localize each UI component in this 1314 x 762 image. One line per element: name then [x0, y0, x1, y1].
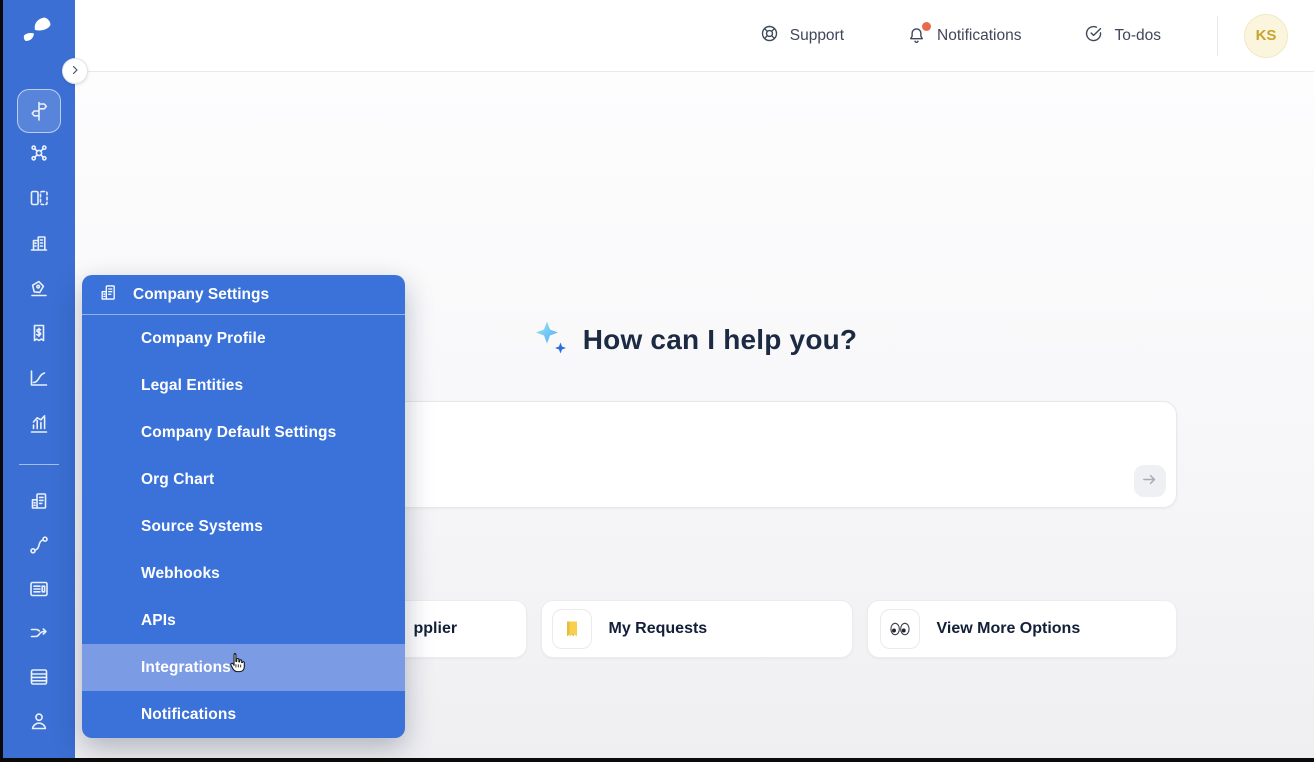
sidebar-item-invoice[interactable]	[3, 313, 75, 358]
app-window: Support Notifications To-dos KS How can …	[3, 0, 1314, 758]
sidebar-item-bar-chart[interactable]	[3, 403, 75, 448]
notifications-label: Notifications	[937, 26, 1022, 44]
sidebar-item-workflow[interactable]	[3, 525, 75, 569]
layout-panels-icon	[27, 186, 51, 215]
invoice-dollar-icon	[27, 321, 51, 350]
sidebar-item-user[interactable]	[3, 701, 75, 745]
menu-item-company-profile[interactable]: Company Profile	[82, 315, 405, 362]
menu-item-label: Integrations	[141, 658, 231, 676]
mouse-cursor-hand	[225, 651, 249, 682]
menu-item-source-systems[interactable]: Source Systems	[82, 503, 405, 550]
sidebar	[3, 0, 88, 758]
menu-item-label: Webhooks	[141, 564, 220, 582]
sidebar-item-signpost[interactable]	[3, 88, 75, 133]
signpost-icon	[17, 88, 61, 133]
table-grid-icon	[27, 665, 51, 694]
eyes-icon	[879, 609, 920, 649]
chevron-right-icon	[69, 64, 81, 79]
menu-item-company-default-settings[interactable]: Company Default Settings	[82, 409, 405, 456]
notification-badge-dot	[922, 22, 932, 31]
notifications-button[interactable]: Notifications	[906, 22, 1022, 46]
menu-item-org-chart[interactable]: Org Chart	[82, 456, 405, 503]
top-header: Support Notifications To-dos KS	[75, 0, 1314, 72]
support-button[interactable]: Support	[759, 23, 844, 49]
menu-item-notifications[interactable]: Notifications	[82, 691, 405, 738]
quick-card-my-requests[interactable]: My Requests	[540, 600, 853, 658]
arrow-right-icon	[1141, 471, 1158, 491]
menu-item-label: Company Profile	[141, 329, 266, 347]
sidebar-nav	[3, 88, 75, 745]
factory-building-icon	[27, 231, 51, 260]
app-logo	[3, 13, 75, 60]
todos-button[interactable]: To-dos	[1083, 23, 1161, 49]
lifebuoy-icon	[759, 23, 780, 49]
office-documents-icon	[27, 489, 51, 518]
header-divider	[1217, 15, 1218, 56]
company-settings-menu-header: Company Settings	[82, 275, 405, 315]
sparkles-icon	[532, 318, 570, 361]
menu-item-label: Notifications	[141, 705, 237, 723]
bell-icon	[906, 22, 932, 46]
sidebar-item-table[interactable]	[3, 657, 75, 701]
menu-title: Company Settings	[133, 285, 270, 303]
sidebar-item-building[interactable]	[3, 223, 75, 268]
pen-tool-icon	[27, 276, 51, 305]
avatar-initials: KS	[1255, 27, 1277, 44]
menu-item-legal-entities[interactable]: Legal Entities	[82, 362, 405, 409]
bar-chart-icon	[27, 411, 51, 440]
route-workflow-icon	[27, 533, 51, 562]
sidebar-item-nodes[interactable]	[3, 133, 75, 178]
menu-item-apis[interactable]: APIs	[82, 597, 405, 644]
sidebar-item-split[interactable]	[3, 613, 75, 657]
menu-item-label: APIs	[141, 611, 176, 629]
news-form-icon	[27, 577, 51, 606]
assistant-title: How can I help you?	[582, 323, 858, 355]
nodes-network-icon	[27, 141, 51, 170]
sidebar-divider	[19, 464, 59, 465]
menu-item-label: Source Systems	[141, 517, 264, 535]
user-person-icon	[27, 709, 51, 738]
quick-card-label: pplier	[413, 620, 458, 637]
sidebar-expand-button[interactable]	[62, 58, 88, 84]
split-arrows-icon	[27, 621, 51, 650]
menu-item-webhooks[interactable]: Webhooks	[82, 550, 405, 597]
menu-item-label: Company Default Settings	[141, 423, 337, 441]
menu-item-label: Org Chart	[141, 470, 215, 488]
assistant-title-row: How can I help you?	[532, 318, 858, 361]
submit-button[interactable]	[1133, 465, 1166, 497]
support-label: Support	[789, 26, 845, 44]
user-avatar[interactable]: KS	[1244, 13, 1288, 58]
check-circle-icon	[1083, 23, 1104, 49]
menu-item-label: Legal Entities	[141, 376, 244, 394]
leaf-logo-icon	[19, 13, 59, 60]
sidebar-item-pen[interactable]	[3, 268, 75, 313]
sidebar-item-news[interactable]	[3, 569, 75, 613]
quick-card-label: View More Options	[936, 620, 1081, 637]
sidebar-item-panels[interactable]	[3, 178, 75, 223]
bookmark-icon	[551, 609, 592, 649]
sidebar-item-line-chart[interactable]	[3, 358, 75, 403]
line-chart-icon	[27, 366, 51, 395]
company-building-icon	[98, 282, 119, 308]
quick-card-label: My Requests	[608, 620, 708, 637]
quick-card-view-more[interactable]: View More Options	[866, 600, 1177, 658]
company-settings-menu: Company Settings Company Profile Legal E…	[82, 275, 405, 738]
todos-label: To-dos	[1114, 26, 1161, 44]
sidebar-item-company[interactable]	[3, 481, 75, 525]
